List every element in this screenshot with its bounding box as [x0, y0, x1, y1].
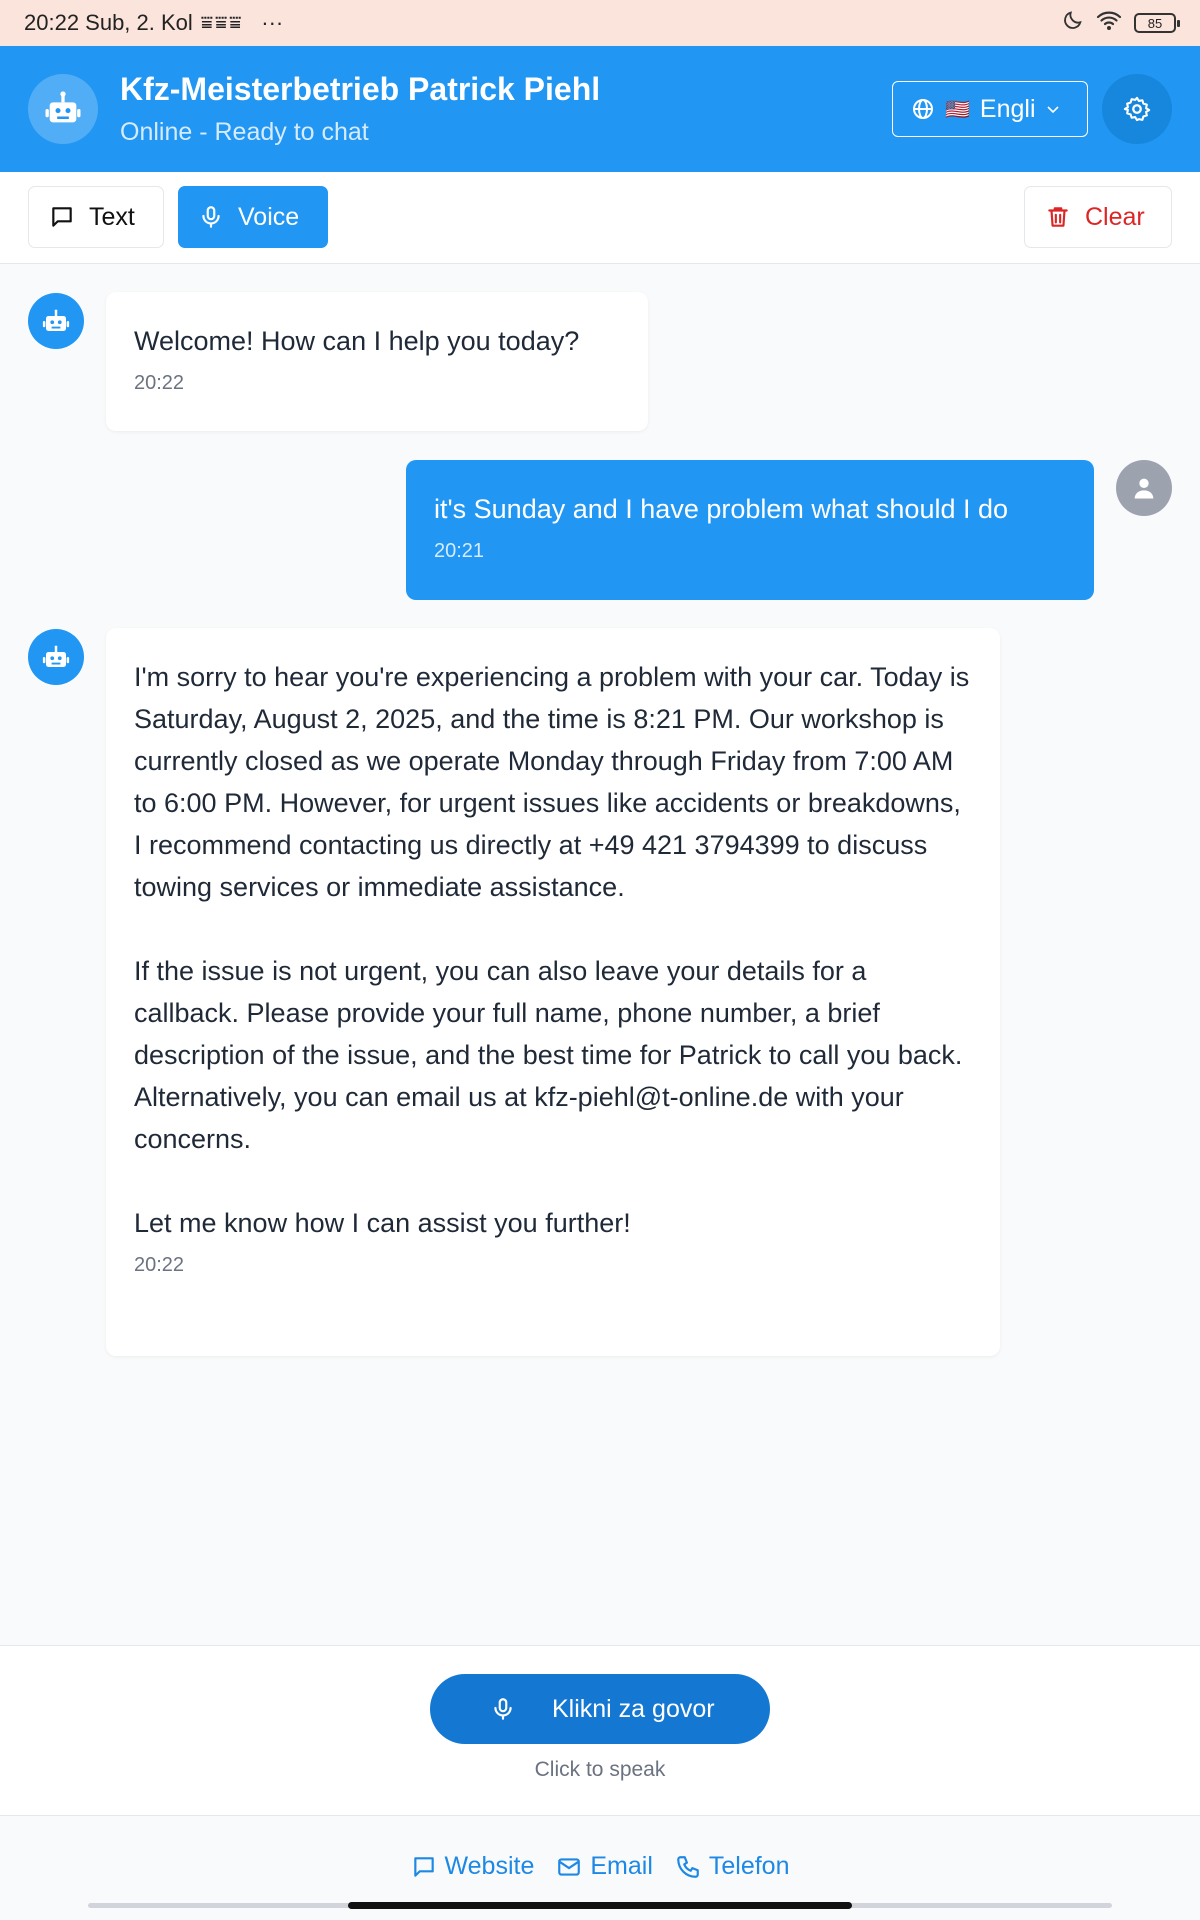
bot-avatar: [28, 629, 84, 685]
microphone-icon: [202, 206, 220, 228]
email-link[interactable]: Email: [556, 1852, 653, 1881]
us-flag-icon: 🇺🇸: [945, 98, 970, 121]
email-label: Email: [590, 1852, 653, 1880]
wifi-icon: [1096, 9, 1122, 37]
online-status: Online - Ready to chat: [120, 118, 369, 146]
bot-avatar: [28, 74, 98, 144]
message-time: 20:21: [434, 540, 485, 562]
message-paragraph: Let me know how I can assist you further…: [134, 1208, 631, 1238]
settings-button[interactable]: [1102, 74, 1172, 144]
message-text: Welcome! How can I help you today?: [134, 326, 580, 356]
message-square-icon: [52, 207, 72, 227]
speak-hint: Click to speak: [534, 1758, 666, 1781]
mail-icon: [558, 1857, 581, 1876]
chat-header: Kfz-Meisterbetrieb Patrick Piehl Online …: [0, 46, 1200, 172]
click-to-speak-button[interactable]: Klikni za govor: [430, 1674, 770, 1744]
speak-button-label: Klikni za govor: [552, 1694, 715, 1723]
text-mode-label: Text: [89, 202, 135, 231]
message-time: 20:22: [134, 1254, 185, 1276]
business-name: Kfz-Meisterbetrieb Patrick Piehl: [120, 71, 601, 107]
message-time: 20:22: [134, 372, 185, 394]
phone-label: Telefon: [708, 1852, 790, 1880]
user-icon: [1134, 478, 1154, 499]
message-text: it's Sunday and I have problem what shou…: [434, 494, 1009, 524]
battery-icon: 85: [1134, 13, 1180, 33]
microphone-icon: [494, 1698, 512, 1720]
do-not-disturb-icon: [1062, 9, 1084, 37]
website-label: Website: [444, 1852, 535, 1880]
system-status-bar: 20:22 Sub, 2. Kol ⩸⩸⩸ ··· 85: [0, 0, 1200, 46]
phone-icon: [677, 1855, 699, 1878]
status-time-date: 20:22 Sub, 2. Kol: [24, 10, 193, 35]
message-paragraph: If the issue is not urgent, you can also…: [134, 956, 963, 1154]
gear-icon: [1123, 96, 1151, 122]
globe-icon: [913, 99, 933, 119]
mode-toolbar: Text Voice Clear: [0, 172, 1200, 264]
more-notifications-icon: ···: [261, 10, 284, 35]
bot-message: I'm sorry to hear you're experiencing a …: [106, 628, 1000, 1356]
bot-message: Welcome! How can I help you today? 20:22: [106, 292, 648, 431]
user-avatar: [1116, 460, 1172, 516]
message-square-icon: [413, 1856, 434, 1877]
website-link[interactable]: Website: [411, 1852, 535, 1881]
message-paragraph: I'm sorry to hear you're experiencing a …: [134, 662, 970, 902]
language-label: Engli: [979, 94, 1036, 123]
voice-mode-label: Voice: [238, 202, 300, 231]
phone-link[interactable]: Telefon: [675, 1852, 790, 1881]
text-mode-button[interactable]: Text: [28, 186, 164, 248]
voice-mode-button[interactable]: Voice: [178, 186, 328, 248]
robot-icon: [42, 309, 70, 331]
robot-icon: [45, 91, 81, 123]
robot-icon: [42, 645, 70, 667]
voice-input-area: Klikni za govor Click to speak: [0, 1645, 1200, 1815]
contact-footer: Website Email Telefon: [0, 1815, 1200, 1920]
trash-icon: [1048, 207, 1068, 227]
home-indicator[interactable]: [0, 1901, 1200, 1909]
user-message: it's Sunday and I have problem what shou…: [406, 460, 1094, 600]
chevron-down-icon: [1046, 106, 1059, 114]
language-selector[interactable]: 🇺🇸 Engli: [892, 81, 1088, 137]
bot-avatar: [28, 293, 84, 349]
clear-chat-button[interactable]: Clear: [1024, 186, 1172, 248]
clear-label: Clear: [1085, 202, 1145, 231]
notification-icon: ⩸⩸⩸: [200, 11, 244, 34]
